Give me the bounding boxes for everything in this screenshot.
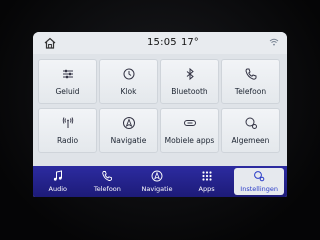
nav-label: Apps (198, 185, 215, 193)
nav-audio[interactable]: Audio (33, 166, 83, 197)
infotainment-screen: 15:05 17° Geluid Klok Bluetooth Telefoon… (33, 32, 287, 197)
nav-instellingen[interactable]: Instellingen (234, 168, 284, 195)
nav-telefoon[interactable]: Telefoon (83, 166, 133, 197)
settings-grid: Geluid Klok Bluetooth Telefoon Radio Nav… (38, 59, 282, 153)
tile-label: Bluetooth (171, 87, 208, 96)
music-note-icon (53, 170, 62, 181)
tile-label: Navigatie (110, 136, 147, 145)
tile-label: Algemeen (231, 136, 270, 145)
nav-label: Telefoon (93, 185, 121, 193)
tile-label: Telefoon (234, 87, 267, 96)
clock-time: 15:05 (147, 37, 177, 48)
tile-label: Radio (56, 136, 79, 145)
wifi-icon (269, 38, 279, 46)
tile-algemeen[interactable]: Algemeen (221, 108, 280, 153)
radio-antenna-icon (62, 117, 73, 128)
tile-geluid[interactable]: Geluid (38, 59, 97, 104)
tile-label: Mobiele apps (164, 136, 215, 145)
nav-label: Audio (48, 185, 68, 193)
status-bar: 15:05 17° (33, 32, 287, 54)
tile-mobiele-apps[interactable]: Mobiele apps (160, 108, 219, 153)
nav-apps[interactable]: Apps (182, 166, 232, 197)
tile-klok[interactable]: Klok (99, 59, 158, 104)
phone-icon (244, 68, 256, 80)
tile-label: Klok (120, 87, 137, 96)
tile-navigatie[interactable]: Navigatie (99, 108, 158, 153)
apps-grid-icon (201, 171, 212, 181)
navigation-icon (122, 117, 135, 129)
home-icon[interactable] (43, 36, 57, 50)
tile-telefoon[interactable]: Telefoon (221, 59, 280, 104)
sliders-icon (62, 69, 73, 79)
page-indicator (33, 157, 287, 172)
display-bezel: 15:05 17° Geluid Klok Bluetooth Telefoon… (0, 0, 320, 240)
nav-label: Navigatie (141, 185, 173, 193)
tile-label: Geluid (55, 87, 80, 96)
nav-label: Instellingen (240, 185, 279, 193)
tile-radio[interactable]: Radio (38, 108, 97, 153)
tile-bluetooth[interactable]: Bluetooth (160, 59, 219, 104)
outside-temperature: 17° (181, 37, 199, 48)
settings-icon (254, 171, 265, 182)
clock-icon (123, 68, 134, 80)
bottom-nav-bar: Audio Telefoon Navigatie Apps Instelling… (33, 166, 287, 197)
bluetooth-icon (186, 67, 194, 81)
nav-navigatie[interactable]: Navigatie (132, 166, 182, 197)
navigation-icon (151, 170, 163, 182)
mobile-apps-icon (183, 120, 196, 126)
phone-icon (102, 171, 113, 181)
settings-icon (245, 117, 257, 129)
